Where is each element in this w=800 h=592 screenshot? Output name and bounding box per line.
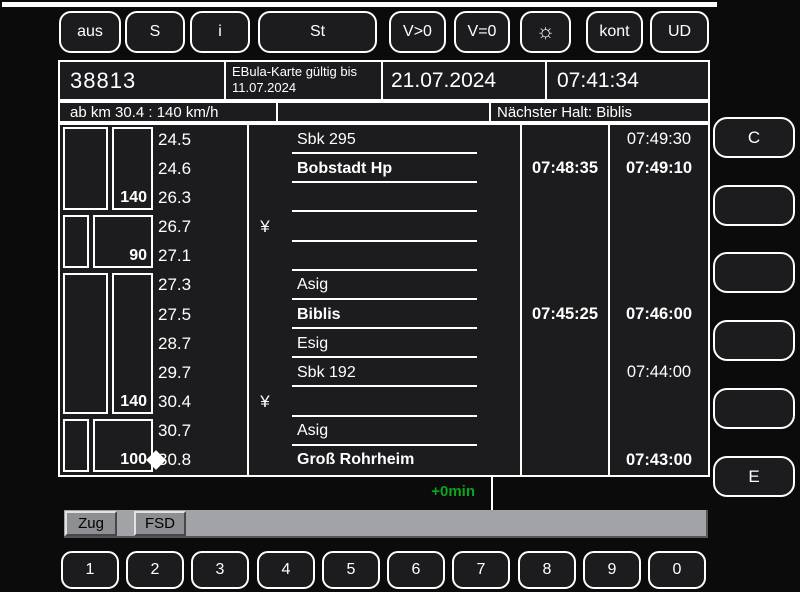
signal-symbol: ¥ <box>250 388 280 417</box>
km: 27.3 <box>158 271 243 300</box>
timetable-row: 24.6 Bobstadt Hp07:48:3507:49:10 <box>60 154 708 183</box>
name: Asig <box>297 417 517 446</box>
v-equals-0-button[interactable]: V=0 <box>454 11 510 53</box>
km: 24.5 <box>158 125 243 154</box>
ebula-display: ausSiSt V>0V=0☼ kontUD 38813 EBula-Karte g… <box>0 0 800 592</box>
speed-note: ab km 30.4 : 140 km/h <box>60 103 276 121</box>
timetable-row: 26.3 <box>60 183 708 212</box>
signal-symbol: ¥ <box>250 213 280 242</box>
number-key-6[interactable]: 6 <box>387 551 445 589</box>
card-validity-date: 11.07.2024 <box>232 80 381 96</box>
departure-time: 07:44:00 <box>610 358 708 387</box>
departure-time: 07:43:00 <box>610 446 708 475</box>
number-key-5[interactable]: 5 <box>322 551 380 589</box>
name: Groß Rohrheim <box>297 446 517 475</box>
km: 27.5 <box>158 300 243 329</box>
timetable-row: 27.5 Biblis07:45:2507:46:00 <box>60 300 708 329</box>
number-key-8[interactable]: 8 <box>518 551 576 589</box>
card-validity-label: EBula-Karte gültig bis <box>232 64 381 80</box>
tab-bar: Zug FSD <box>64 510 708 538</box>
km: 29.7 <box>158 358 243 387</box>
delay-strip-divider <box>491 477 493 510</box>
ud-button[interactable]: UD <box>650 11 709 53</box>
speed-band-box <box>63 127 108 210</box>
km: 28.7 <box>158 329 243 358</box>
speed-band-box: 90 <box>93 215 153 269</box>
number-key-4[interactable]: 4 <box>257 551 315 589</box>
current-date: 21.07.2024 <box>381 62 545 99</box>
speed-value: 140 <box>120 393 147 411</box>
name: Sbk 295 <box>297 125 517 154</box>
next-stop: Nächster Halt: Biblis <box>489 103 708 121</box>
info-button[interactable]: i <box>190 11 250 53</box>
km: 30.8 <box>158 446 243 475</box>
km: 26.7 <box>158 213 243 242</box>
number-key-0[interactable]: 0 <box>648 551 706 589</box>
speed-value: 90 <box>129 247 147 265</box>
top-divider-line <box>2 2 717 7</box>
speed-band-box <box>63 273 108 414</box>
current-time: 07:41:34 <box>545 62 708 99</box>
speed-band-box: 100 <box>93 419 153 473</box>
delay-indicator: +0min <box>358 483 475 500</box>
delay-strip: +0min <box>58 477 710 510</box>
number-key-9[interactable]: 9 <box>583 551 641 589</box>
page-right-button[interactable] <box>713 252 795 293</box>
kont-button[interactable]: kont <box>586 11 643 53</box>
info-bar-spacer <box>276 103 489 121</box>
name: Asig <box>297 271 517 300</box>
km: 24.6 <box>158 154 243 183</box>
name: Esig <box>297 329 517 358</box>
departure-time: 07:49:30 <box>610 125 708 154</box>
speed-value: 100 <box>120 451 147 469</box>
st-button[interactable]: St <box>258 11 377 53</box>
scroll-down-button[interactable] <box>713 388 795 429</box>
fsd-tab-button[interactable]: FSD <box>134 511 186 536</box>
header-bar: 38813 EBula-Karte gültig bis 11.07.2024 … <box>58 60 710 101</box>
timetable: 24.5 Sbk 295 07:49:30 24.6 Bobstadt Hp07:48:… <box>58 123 710 477</box>
timetable-row: 29.7 Sbk 192 07:44:00 <box>60 358 708 387</box>
sun-icon[interactable]: ☼ <box>520 11 571 53</box>
c-button[interactable]: C <box>713 117 795 158</box>
timetable-row: 24.5 Sbk 295 07:49:30 <box>60 125 708 154</box>
timetable-row: 27.1 <box>60 242 708 271</box>
v-greater-0-button[interactable]: V>0 <box>389 11 446 53</box>
km: 30.7 <box>158 417 243 446</box>
number-key-7[interactable]: 7 <box>452 551 510 589</box>
timetable-row: 30.7 Asig <box>60 417 708 446</box>
zug-tab-button[interactable]: Zug <box>65 511 117 536</box>
arrival-time: 07:48:35 <box>522 154 608 183</box>
aus-button[interactable]: aus <box>59 11 121 53</box>
card-validity: EBula-Karte gültig bis 11.07.2024 <box>224 62 381 99</box>
arrival-time: 07:45:25 <box>522 300 608 329</box>
name: Biblis <box>297 300 517 329</box>
speed-band-box: 140 <box>112 127 153 210</box>
speed-band-box: 140 <box>112 273 153 414</box>
km: 30.4 <box>158 388 243 417</box>
number-key-3[interactable]: 3 <box>191 551 249 589</box>
departure-time: 07:46:00 <box>610 300 708 329</box>
name: Sbk 192 <box>297 358 517 387</box>
km: 27.1 <box>158 242 243 271</box>
speed-band-box <box>63 419 89 473</box>
timetable-row: 28.7 Esig <box>60 329 708 358</box>
info-bar: ab km 30.4 : 140 km/h Nächster Halt: Bib… <box>58 101 710 123</box>
timetable-row: 30.4¥ <box>60 388 708 417</box>
name: Bobstadt Hp <box>297 154 517 183</box>
km: 26.3 <box>158 183 243 212</box>
train-number: 38813 <box>60 62 224 99</box>
e-button[interactable]: E <box>713 456 795 497</box>
speed-band-box <box>63 215 89 269</box>
page-left-button[interactable] <box>713 185 795 226</box>
departure-time: 07:49:10 <box>610 154 708 183</box>
number-key-1[interactable]: 1 <box>61 551 119 589</box>
s-button[interactable]: S <box>125 11 185 53</box>
speed-value: 140 <box>120 189 147 207</box>
scroll-up-button[interactable] <box>713 320 795 361</box>
timetable-row: 27.3 Asig <box>60 271 708 300</box>
timetable-row: 26.7¥ <box>60 213 708 242</box>
number-key-2[interactable]: 2 <box>126 551 184 589</box>
